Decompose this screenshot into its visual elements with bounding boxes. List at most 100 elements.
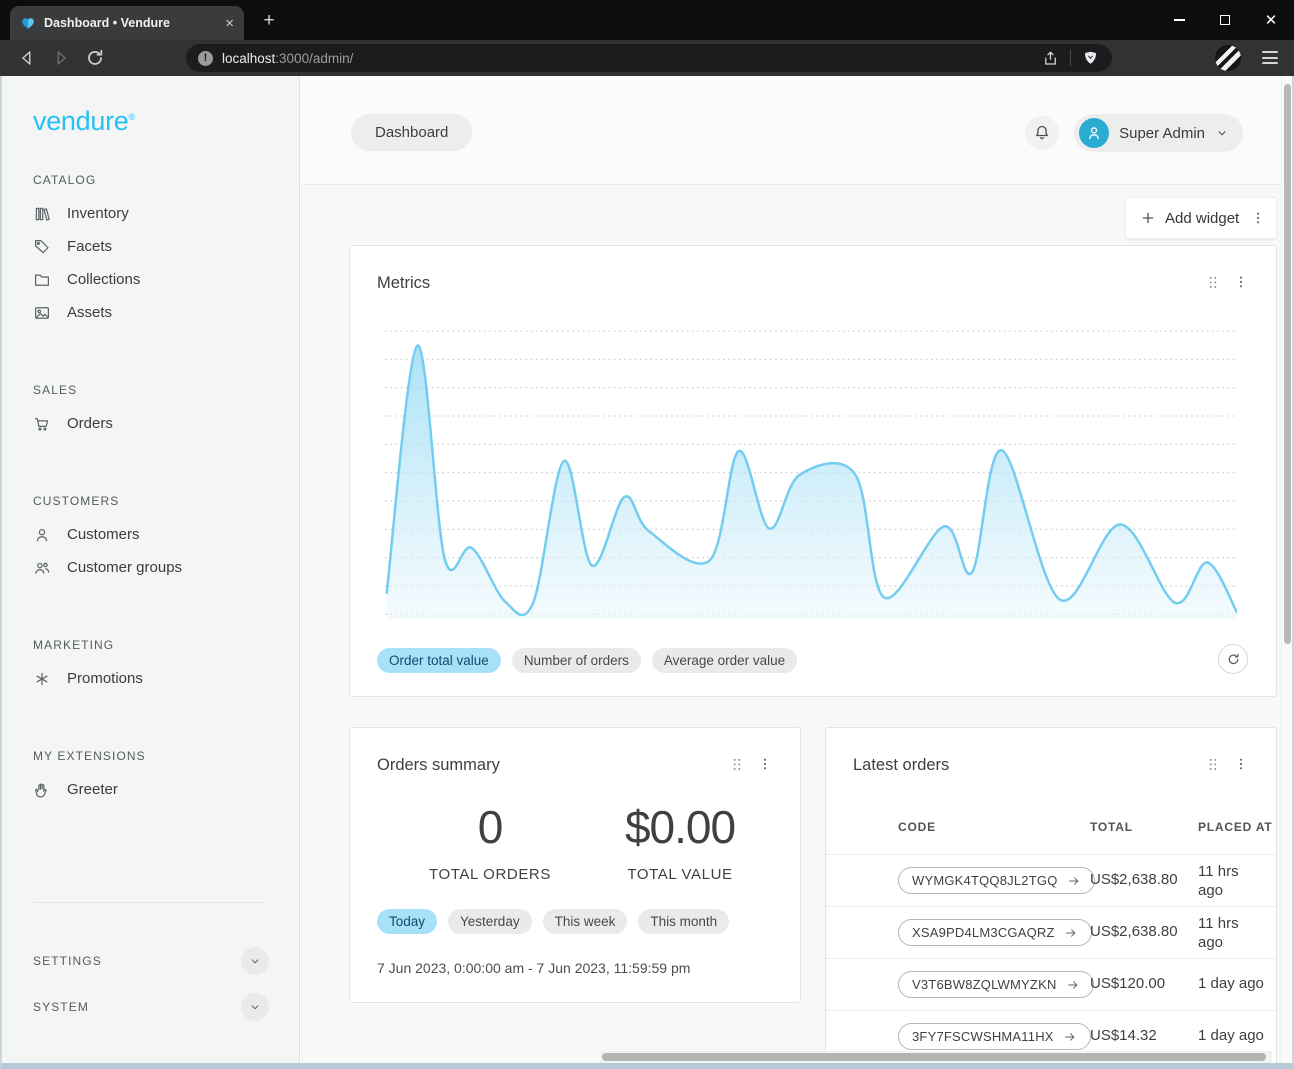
range-chip-today[interactable]: Today	[377, 909, 437, 934]
order-code: 3FY7FSCWSHMA11HX	[912, 1029, 1054, 1044]
books-icon	[33, 205, 51, 223]
forward-icon[interactable]	[50, 47, 72, 69]
order-code-link[interactable]: V3T6BW8ZQLWMYZKN	[898, 971, 1094, 998]
arrow-right-icon	[1066, 978, 1080, 992]
drag-handle-icon[interactable]	[1206, 275, 1220, 291]
order-code-link[interactable]: WYMGK4TQQ8JL2TGQ	[898, 867, 1095, 894]
main-area: Dashboard Super Admin	[301, 76, 1283, 1063]
order-total: US$14.32	[1090, 1027, 1157, 1044]
vertical-scrollbar-thumb[interactable]	[1284, 84, 1291, 644]
image-icon	[33, 304, 51, 322]
order-total: US$2,638.80	[1090, 871, 1178, 888]
order-row: XSA9PD4LM3CGAQRZUS$2,638.8011 hrsago	[826, 906, 1276, 958]
cart-icon	[33, 415, 51, 433]
sidebar-item-assets[interactable]: Assets	[33, 296, 269, 329]
new-tab-button[interactable]: +	[258, 10, 280, 32]
sidebar-item-customer-groups[interactable]: Customer groups	[33, 551, 269, 584]
range-chip-yesterday[interactable]: Yesterday	[448, 909, 532, 934]
tab-strip: Dashboard • Vendure × + ✕	[0, 0, 1294, 40]
sidebar-item-collections[interactable]: Collections	[33, 263, 269, 296]
order-code-link[interactable]: XSA9PD4LM3CGAQRZ	[898, 919, 1092, 946]
sidebar-item-label: Facets	[67, 238, 112, 255]
arrow-right-icon	[1064, 926, 1078, 940]
order-code: XSA9PD4LM3CGAQRZ	[912, 925, 1055, 940]
close-icon[interactable]: ×	[225, 16, 234, 31]
chevron-down-icon	[248, 954, 262, 968]
sidebar-section-system[interactable]: SYSTEM	[33, 991, 269, 1023]
chevron-down-icon[interactable]	[241, 993, 269, 1021]
order-code-link[interactable]: 3FY7FSCWSHMA11HX	[898, 1023, 1091, 1050]
page-header: Dashboard Super Admin	[301, 76, 1283, 185]
sidebar-section-my-extensions: MY EXTENSIONSGreeter	[33, 749, 269, 806]
horizontal-scrollbar-thumb[interactable]	[602, 1053, 1266, 1061]
hand-icon	[33, 781, 51, 799]
tab-title: Dashboard • Vendure	[44, 16, 217, 30]
back-icon[interactable]	[16, 47, 38, 69]
menu-icon[interactable]	[1260, 48, 1280, 68]
sidebar-section-label: MARKETING	[33, 638, 269, 652]
column-header-placed-at: PLACED AT	[1198, 820, 1273, 834]
browser-toolbar: ! localhost:3000/admin/	[0, 40, 1294, 76]
close-icon[interactable]: ✕	[1248, 0, 1294, 40]
metric-tab-order-total-value[interactable]: Order total value	[377, 648, 501, 673]
kebab-icon[interactable]	[1233, 274, 1249, 290]
metric-tab-number-of-orders[interactable]: Number of orders	[512, 648, 641, 673]
sidebar-item-customers[interactable]: Customers	[33, 518, 269, 551]
sidebar: vendure® CATALOG Inventory Facets Collectio…	[2, 76, 300, 1063]
sidebar-item-facets[interactable]: Facets	[33, 230, 269, 263]
user-name: Super Admin	[1119, 125, 1205, 142]
browser-tab[interactable]: Dashboard • Vendure ×	[10, 6, 244, 40]
kebab-icon[interactable]	[757, 756, 773, 772]
maximize-icon[interactable]	[1202, 0, 1248, 40]
widget-title: Metrics	[377, 274, 430, 293]
reload-icon[interactable]	[84, 47, 106, 69]
kebab-icon[interactable]	[1233, 756, 1249, 772]
sidebar-section-marketing: MARKETING Promotions	[33, 638, 269, 695]
arrow-right-icon	[1066, 978, 1080, 992]
asterisk-icon	[33, 670, 51, 688]
brave-shield-icon[interactable]	[1081, 49, 1100, 68]
plus-icon	[1140, 210, 1156, 226]
add-widget-button[interactable]: Add widget	[1125, 197, 1277, 239]
vendure-logo[interactable]: vendure®	[33, 106, 299, 137]
metric-tab-average-order-value[interactable]: Average order value	[652, 648, 797, 673]
order-row: V3T6BW8ZQLWMYZKNUS$120.001 day ago	[826, 958, 1276, 1010]
page-frame: vendure® CATALOG Inventory Facets Collectio…	[0, 76, 1294, 1069]
sidebar-item-label: Customers	[67, 526, 140, 543]
info-icon[interactable]: !	[198, 51, 213, 66]
sidebar-section-catalog: CATALOG Inventory Facets CollectionsAssets	[33, 173, 269, 329]
arrow-right-icon	[1064, 926, 1078, 940]
drag-handle-icon[interactable]	[1206, 757, 1220, 773]
range-chip-this-month[interactable]: This month	[638, 909, 729, 934]
sidebar-section-settings[interactable]: SETTINGS	[33, 945, 269, 977]
sidebar-item-promotions[interactable]: Promotions	[33, 662, 269, 695]
range-chip-this-week[interactable]: This week	[543, 909, 628, 934]
sidebar-section-label: CATALOG	[33, 173, 269, 187]
url-bar[interactable]: ! localhost:3000/admin/	[186, 44, 1112, 72]
sidebar-item-inventory[interactable]: Inventory	[33, 197, 269, 230]
profile-avatar[interactable]	[1215, 45, 1241, 71]
url-text: localhost:3000/admin/	[222, 51, 1041, 66]
page-title[interactable]: Dashboard	[351, 114, 472, 151]
column-header-total: TOTAL	[1090, 820, 1133, 834]
sidebar-item-greeter[interactable]: Greeter	[33, 773, 269, 806]
add-widget-label: Add widget	[1165, 210, 1241, 227]
sidebar-item-orders[interactable]: Orders	[33, 407, 269, 440]
minimize-icon[interactable]	[1156, 0, 1202, 40]
window-controls: ✕	[1156, 0, 1294, 40]
drag-handle-icon[interactable]	[730, 757, 744, 773]
image-icon	[33, 304, 51, 322]
vendure-logo-icon	[20, 15, 36, 31]
share-icon[interactable]	[1041, 49, 1060, 68]
user-menu[interactable]: Super Admin	[1074, 114, 1243, 152]
refresh-icon	[1226, 652, 1241, 667]
tag-icon	[33, 238, 51, 256]
chevron-down-icon[interactable]	[241, 947, 269, 975]
arrow-right-icon	[1067, 874, 1081, 888]
refresh-button[interactable]	[1218, 644, 1248, 674]
user-avatar	[1079, 118, 1109, 148]
stat-label: TOTAL VALUE	[590, 866, 770, 883]
notifications-button[interactable]	[1025, 116, 1059, 150]
kebab-icon[interactable]	[1250, 210, 1266, 226]
sidebar-item-label: Greeter	[67, 781, 118, 798]
